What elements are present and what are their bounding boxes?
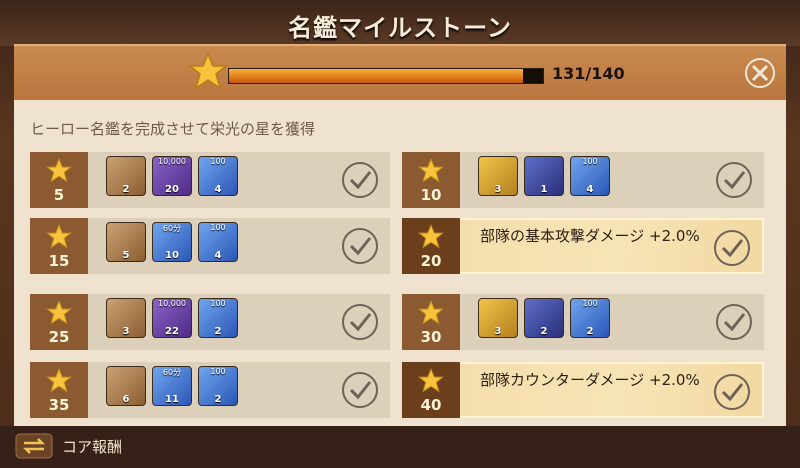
check-circle-icon bbox=[712, 372, 752, 412]
speedup-icon[interactable]: 60分 11 bbox=[152, 366, 192, 406]
item-label: 10,000 bbox=[158, 157, 186, 166]
tier-number: 5 bbox=[53, 186, 65, 204]
tier-number: 10 bbox=[420, 186, 442, 204]
item-count: 2 bbox=[214, 394, 222, 405]
item-count: 11 bbox=[165, 394, 179, 405]
item-count: 3 bbox=[494, 184, 502, 195]
milestone-row-20: 20 部隊の基本攻撃ダメージ +2.0% bbox=[402, 218, 764, 274]
check-circle-icon bbox=[340, 370, 380, 410]
item-count: 2 bbox=[214, 326, 222, 337]
item-label: 100 bbox=[210, 157, 226, 166]
star-icon bbox=[45, 368, 73, 398]
puzzle-icon[interactable]: 3 bbox=[478, 156, 518, 196]
speedup-icon[interactable]: 60分 10 bbox=[152, 222, 192, 262]
milestone-window: 名鑑マイルストーン 131/140 ヒーロー名鑑を完成させて栄光の星を獲得 5 2… bbox=[0, 0, 800, 468]
tier-number: 15 bbox=[48, 252, 70, 270]
page-title: 名鑑マイルストーン bbox=[288, 14, 512, 42]
item-label: 100 bbox=[210, 367, 226, 376]
item-count: 4 bbox=[214, 184, 222, 195]
tier-number: 40 bbox=[420, 396, 442, 414]
diamond-icon[interactable]: 100 4 bbox=[570, 156, 610, 196]
item-label: 100 bbox=[582, 299, 598, 308]
star-icon bbox=[417, 158, 445, 188]
ticket-icon[interactable]: 1 bbox=[524, 156, 564, 196]
tier-number: 35 bbox=[48, 396, 70, 414]
diamond-icon[interactable]: 100 4 bbox=[198, 222, 238, 262]
item-count: 4 bbox=[214, 250, 222, 261]
star-icon bbox=[417, 224, 445, 254]
tier-badge: 20 bbox=[402, 218, 460, 274]
item-count: 3 bbox=[122, 326, 130, 337]
item-count: 6 bbox=[122, 394, 130, 405]
diamond-icon[interactable]: 100 2 bbox=[198, 298, 238, 338]
tier-number: 25 bbox=[48, 328, 70, 346]
item-count: 5 bbox=[122, 250, 130, 261]
item-count: 2 bbox=[540, 326, 548, 337]
description-text: ヒーロー名鑑を完成させて栄光の星を獲得 bbox=[30, 120, 316, 138]
check-circle-icon bbox=[340, 226, 380, 266]
item-count: 3 bbox=[494, 326, 502, 337]
core-rewards-button[interactable]: コア報酬 bbox=[62, 436, 122, 457]
milestone-row-15: 15 5 60分 10 100 4 bbox=[30, 218, 390, 274]
tier-badge: 35 bbox=[30, 362, 88, 418]
item-label: 60分 bbox=[162, 368, 182, 377]
tier-badge: 5 bbox=[30, 152, 88, 208]
check-circle-icon bbox=[340, 302, 380, 342]
buff-text: 部隊カウンターダメージ +2.0% bbox=[480, 371, 700, 389]
star-icon bbox=[417, 368, 445, 398]
diamond-icon[interactable]: 100 2 bbox=[570, 298, 610, 338]
star-medal-icon[interactable]: 2 bbox=[106, 156, 146, 196]
progress-bar bbox=[228, 68, 544, 84]
progress-text: 131/140 bbox=[552, 64, 625, 83]
progress-bar-fill bbox=[229, 69, 523, 83]
milestone-row-40: 40 部隊カウンターダメージ +2.0% bbox=[402, 362, 764, 418]
check-circle-icon bbox=[712, 228, 752, 268]
star-icon bbox=[45, 300, 73, 330]
item-count: 2 bbox=[122, 184, 130, 195]
binoculars-icon[interactable]: 6 bbox=[106, 366, 146, 406]
star-icon bbox=[45, 158, 73, 188]
item-count: 2 bbox=[586, 326, 594, 337]
check-circle-icon bbox=[340, 160, 380, 200]
tier-badge: 25 bbox=[30, 294, 88, 350]
tier-number: 30 bbox=[420, 328, 442, 346]
exp-book-icon[interactable]: 10,000 20 bbox=[152, 156, 192, 196]
diamond-icon[interactable]: 100 4 bbox=[198, 156, 238, 196]
milestone-row-5: 5 2 10,000 20 100 4 bbox=[30, 152, 390, 208]
exp-book-icon[interactable]: 10,000 22 bbox=[152, 298, 192, 338]
star-icon bbox=[188, 52, 228, 90]
puzzle-icon[interactable]: 3 bbox=[478, 298, 518, 338]
milestone-row-30: 30 3 2 100 2 bbox=[402, 294, 764, 350]
item-count: 1 bbox=[540, 184, 548, 195]
check-circle-icon bbox=[714, 160, 754, 200]
item-label: 100 bbox=[582, 157, 598, 166]
item-label: 100 bbox=[210, 223, 226, 232]
item-count: 4 bbox=[586, 184, 594, 195]
item-label: 100 bbox=[210, 299, 226, 308]
check-circle-icon bbox=[714, 302, 754, 342]
item-label: 10,000 bbox=[158, 299, 186, 308]
close-x-icon[interactable] bbox=[743, 56, 777, 90]
star-icon bbox=[417, 300, 445, 330]
milestone-row-25: 25 3 10,000 22 100 2 bbox=[30, 294, 390, 350]
milestone-row-10: 10 3 1 100 4 bbox=[402, 152, 764, 208]
ticket-icon[interactable]: 2 bbox=[524, 298, 564, 338]
diamond-icon[interactable]: 100 2 bbox=[198, 366, 238, 406]
item-count: 22 bbox=[165, 326, 179, 337]
tier-badge: 30 bbox=[402, 294, 460, 350]
tier-number: 20 bbox=[420, 252, 442, 270]
item-label: 60分 bbox=[162, 224, 182, 233]
star-icon bbox=[45, 224, 73, 254]
item-count: 10 bbox=[165, 250, 179, 261]
item-count: 20 bbox=[165, 184, 179, 195]
swap-arrows-icon[interactable] bbox=[14, 432, 54, 460]
tier-badge: 10 bbox=[402, 152, 460, 208]
binoculars-icon[interactable]: 5 bbox=[106, 222, 146, 262]
tier-badge: 40 bbox=[402, 362, 460, 418]
star-medal-icon[interactable]: 3 bbox=[106, 298, 146, 338]
tier-badge: 15 bbox=[30, 218, 88, 274]
milestone-row-35: 35 6 60分 11 100 2 bbox=[30, 362, 390, 418]
buff-text: 部隊の基本攻撃ダメージ +2.0% bbox=[480, 227, 700, 245]
